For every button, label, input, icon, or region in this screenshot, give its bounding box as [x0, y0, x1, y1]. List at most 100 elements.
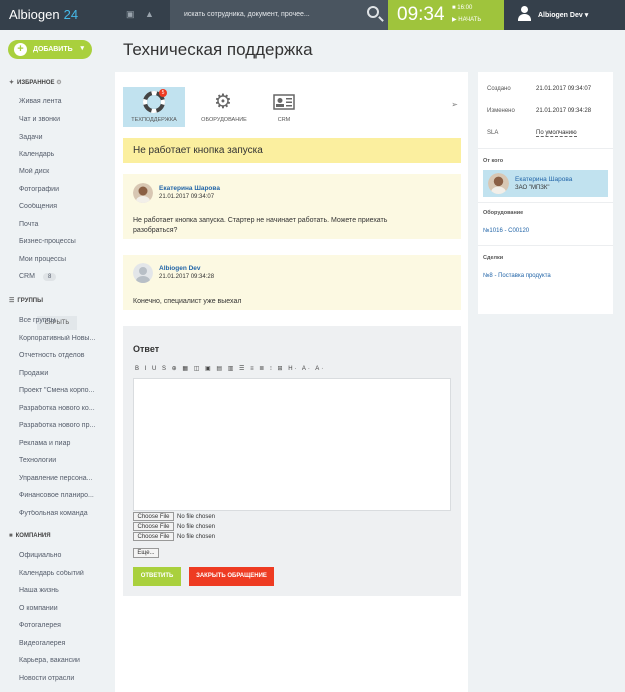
tab-equipment[interactable]: ⚙ ОБОРУДОВАНИЕ: [193, 87, 255, 127]
reply-heading: Ответ: [133, 344, 160, 354]
search-input[interactable]: искать сотрудника, документ, прочее...: [184, 11, 310, 18]
choose-file-button[interactable]: Choose File: [133, 512, 174, 521]
search-icon[interactable]: [367, 6, 379, 18]
bell-icon[interactable]: ▲: [145, 9, 154, 19]
sidebar-item-company[interactable]: Наша жизнь: [19, 587, 111, 594]
tab-equipment-label: ОБОРУДОВАНИЕ: [201, 117, 247, 123]
author-avatar[interactable]: [133, 183, 153, 203]
message-author[interactable]: Albiogen Dev: [159, 265, 201, 272]
more-files-button[interactable]: Еще...: [133, 548, 159, 558]
sidebar-item-group[interactable]: Проект "Смена корпо...: [19, 387, 111, 394]
gears-icon: ⚙: [214, 91, 232, 113]
file-status: No file chosen: [177, 514, 216, 520]
add-button[interactable]: + ДОБАВИТЬ ▾: [8, 40, 92, 59]
close-ticket-button[interactable]: ЗАКРЫТЬ ОБРАЩЕНИЕ: [189, 567, 274, 586]
sidebar-item-calendar[interactable]: Календарь: [19, 151, 111, 158]
created-value: 21.01.2017 09:34:07: [536, 86, 592, 92]
gear-icon: ⚙: [56, 80, 62, 86]
company-icon: ■: [9, 533, 13, 539]
sidebar-item-group[interactable]: Управление персона...: [19, 475, 111, 482]
sidebar-item-group[interactable]: Отчетность отделов: [19, 352, 111, 359]
editor-toolbar[interactable]: B I U S ⊕ ▦ ◫ ▣ ▤ ▥ ☰ ≡ ≣ ⁝ ⊞ H· A· A·: [135, 365, 453, 376]
sidebar-item-all-groups[interactable]: Все группы: [19, 317, 111, 324]
file-input[interactable]: Choose File No file chosen: [133, 512, 215, 522]
sidebar-item-group[interactable]: Реклама и пиар: [19, 440, 111, 447]
sidebar-item-bizproc[interactable]: Бизнес-процессы: [19, 238, 111, 245]
ticket-title-banner: Не работает кнопка запуска: [123, 138, 461, 163]
tab-support-badge: 5: [159, 89, 167, 97]
sidebar-item-group[interactable]: Разработка нового ко...: [19, 405, 111, 412]
sidebar-item-myproc[interactable]: Мои процессы: [19, 256, 111, 263]
search-bar[interactable]: искать сотрудника, документ, прочее...: [170, 0, 388, 30]
sidebar-item-company[interactable]: Календарь событий: [19, 570, 111, 577]
ticket-title: Не работает кнопка запуска: [133, 145, 263, 156]
sidebar-item-group[interactable]: Финансовое планиро...: [19, 492, 111, 499]
sidebar-item-group[interactable]: Технологии: [19, 457, 111, 464]
sla-value[interactable]: По умолчанию: [536, 130, 577, 137]
groups-icon: ☰: [9, 298, 15, 304]
sidebar-item-feed[interactable]: Живая лента: [19, 98, 111, 105]
company-header[interactable]: ■ КОМПАНИЯ: [9, 533, 51, 539]
sidebar-item-company[interactable]: Фотогалерея: [19, 622, 111, 629]
brand-number: 24: [63, 7, 79, 22]
groups-header[interactable]: ☰ ГРУППЫ: [9, 297, 43, 304]
crm-badge: 8: [42, 273, 57, 281]
sidebar-item-chat[interactable]: Чат и звонки: [19, 116, 111, 123]
sidebar: + ДОБАВИТЬ ▾ ✦ ИЗБРАННОЕ ⚙ Живая лента Ча…: [0, 30, 113, 692]
contact-name[interactable]: Екатерина Шарова: [515, 176, 572, 183]
choose-file-button[interactable]: Choose File: [133, 522, 174, 531]
user-avatar-icon: [517, 6, 531, 22]
plus-icon: +: [14, 43, 27, 56]
chevron-down-icon: ▾: [80, 45, 84, 52]
file-input[interactable]: Choose File No file chosen: [133, 532, 215, 542]
logo[interactable]: Albiogen 24: [9, 7, 78, 22]
sidebar-item-crm[interactable]: CRM 8: [19, 273, 111, 281]
equipment-label: Оборудование: [483, 210, 524, 216]
sidebar-item-group[interactable]: Продажи: [19, 370, 111, 377]
pin-icon[interactable]: ➢: [451, 100, 458, 109]
user-menu[interactable]: Albiogen Dev ▾: [506, 0, 625, 30]
clock-sub-time: ■ 16:00: [452, 5, 473, 11]
changed-label: Изменено: [487, 108, 515, 114]
answer-button[interactable]: ОТВЕТИТЬ: [133, 567, 181, 586]
deal-link[interactable]: №8 - Поставка продукта: [483, 273, 551, 279]
author-avatar[interactable]: [133, 263, 153, 283]
equipment-link[interactable]: №1016 - C00120: [483, 228, 529, 234]
clock-start[interactable]: ▶ НАЧАТЬ: [452, 16, 481, 23]
sidebar-item-messages[interactable]: Сообщения: [19, 203, 111, 210]
reply-editor[interactable]: [133, 378, 451, 511]
sidebar-item-company[interactable]: Новости отрасли: [19, 675, 111, 682]
file-input[interactable]: Choose File No file chosen: [133, 522, 215, 532]
sidebar-item-mail[interactable]: Почта: [19, 221, 111, 228]
sidebar-item-disk[interactable]: Мой диск: [19, 168, 111, 175]
message: Albiogen Dev 21.01.2017 09:34:28 Конечно…: [123, 255, 461, 310]
tab-crm-label: CRM: [277, 117, 291, 123]
tab-support[interactable]: 5 ТЕХПОДДЕРЖКА: [123, 87, 185, 127]
sidebar-item-group[interactable]: Корпоративный Новы...: [19, 335, 111, 342]
user-name: Albiogen Dev ▾: [538, 12, 589, 19]
add-label: ДОБАВИТЬ: [33, 46, 73, 53]
favorites-header[interactable]: ✦ ИЗБРАННОЕ ⚙: [9, 79, 62, 86]
message-author[interactable]: Екатерина Шарова: [159, 185, 220, 192]
sidebar-item-company[interactable]: Карьера, вакансии: [19, 657, 111, 664]
sidebar-item-company[interactable]: О компании: [19, 605, 111, 612]
sidebar-item-group[interactable]: Футбольная команда: [19, 510, 111, 517]
chevron-down-icon: ▾: [584, 12, 589, 19]
sla-label: SLA: [487, 130, 499, 136]
page-title: Техническая поддержка: [123, 40, 313, 59]
message-date: 21.01.2017 09:34:28: [159, 274, 215, 280]
tab-crm[interactable]: CRM: [253, 87, 315, 127]
contact-card[interactable]: Екатерина Шарова ЗАО "МПЗК": [483, 170, 608, 197]
sidebar-item-company[interactable]: Видеогалерея: [19, 640, 111, 647]
details-panel: Создано 21.01.2017 09:34:07 Изменено 21.…: [478, 72, 613, 314]
sidebar-item-company[interactable]: Официально: [19, 552, 111, 559]
sidebar-item-photos[interactable]: Фотографии: [19, 186, 111, 193]
choose-file-button[interactable]: Choose File: [133, 532, 174, 541]
work-clock[interactable]: 09:34 ■ 16:00 ▶ НАЧАТЬ: [388, 0, 504, 30]
message: Екатерина Шарова 21.01.2017 09:34:07 Не …: [123, 174, 461, 239]
message-text: Конечно, специалист уже выехал: [133, 298, 242, 305]
sidebar-item-group[interactable]: Разработка нового пр...: [19, 422, 111, 429]
chat-icon[interactable]: ▣: [126, 9, 135, 20]
sidebar-item-tasks[interactable]: Задачи: [19, 134, 111, 141]
divider: [478, 202, 613, 203]
